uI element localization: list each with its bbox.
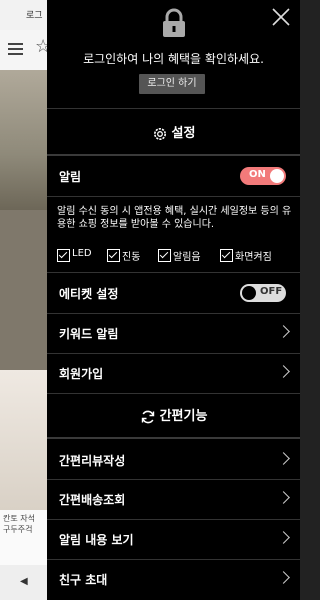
chevron-right-icon	[277, 452, 290, 465]
quick-review-item[interactable]: 간편리뷰작성	[47, 440, 300, 480]
checkbox-icon	[220, 249, 233, 262]
notification-row: 알림 ON	[47, 156, 300, 196]
menu-icon	[8, 43, 23, 45]
keyword-alert-item[interactable]: 키워드 알림	[47, 313, 300, 353]
quick-delivery-item[interactable]: 간편배송조회	[47, 479, 300, 519]
quick-section-title: 간편기능	[47, 405, 300, 425]
chevron-right-icon	[277, 571, 290, 584]
checkbox-icon	[107, 249, 120, 262]
background-top-text: 로그	[26, 11, 43, 21]
notification-toggle[interactable]: ON	[240, 167, 286, 185]
chevron-right-icon	[277, 491, 290, 504]
invite-friend-item[interactable]: 친구 초대	[47, 559, 300, 599]
chevron-right-icon	[277, 325, 290, 338]
refresh-icon	[141, 410, 154, 423]
checkbox-icon	[158, 249, 171, 262]
etiquette-row: 에티켓 설정 OFF	[47, 273, 300, 313]
divider	[47, 108, 300, 109]
etiquette-label: 에티켓 설정	[59, 287, 119, 301]
background-photo	[0, 70, 47, 210]
background-product-image	[0, 370, 47, 510]
login-message: 로그인하여 나의 혜택을 확인하세요.	[83, 52, 264, 66]
login-button[interactable]: 로그인 하기	[139, 74, 205, 94]
gear-icon	[153, 127, 166, 140]
notification-label: 알림	[59, 170, 82, 184]
notification-options: LED 진동 알림음 화면켜짐	[57, 248, 297, 264]
lock-icon	[163, 8, 185, 37]
settings-section-title: 설정	[47, 122, 300, 142]
side-drawer: 로그인하여 나의 혜택을 확인하세요. 로그인 하기 설정 알림 ON 알림 수…	[47, 0, 300, 600]
back-arrow-icon: ◀	[20, 576, 28, 587]
chevron-right-icon	[277, 531, 290, 544]
checkbox-icon	[57, 249, 70, 262]
signup-item[interactable]: 회원가입	[47, 353, 300, 393]
etiquette-toggle[interactable]: OFF	[240, 284, 286, 302]
chevron-right-icon	[277, 365, 290, 378]
notification-description: 알림 수신 동의 시 앱전용 혜택, 실시간 세일정보 등의 유용한 쇼핑 정보…	[57, 206, 292, 230]
view-notifications-item[interactable]: 알림 내용 보기	[47, 519, 300, 559]
background-caption: 칸토 자석 구두주걱	[3, 514, 35, 534]
close-icon[interactable]	[272, 8, 290, 26]
background-photo	[0, 210, 47, 370]
